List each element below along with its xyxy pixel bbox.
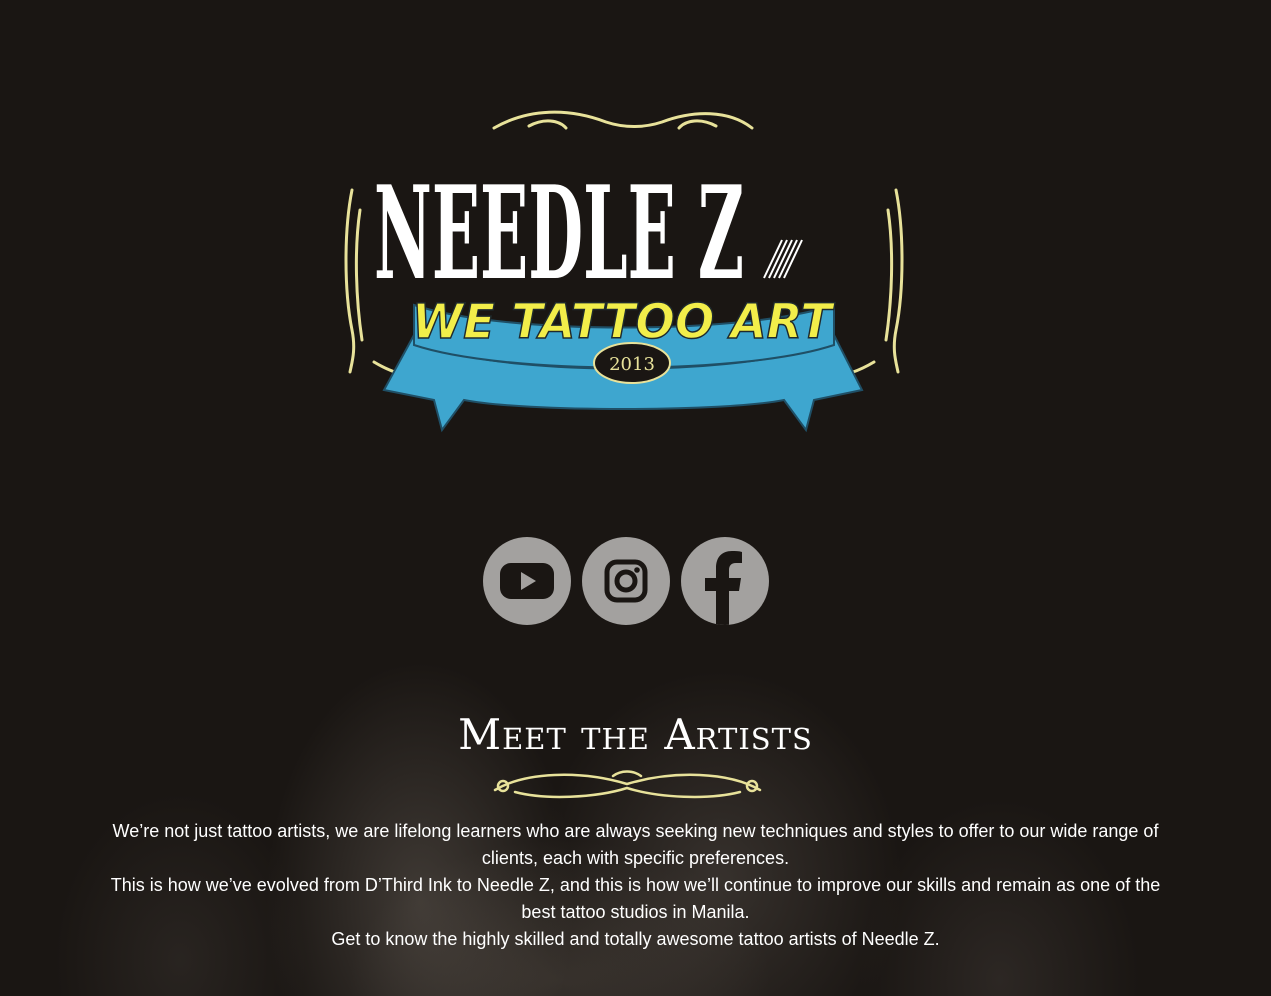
intro-paragraph-2: This is how we’ve evolved from D’Third I… [110,875,1161,922]
intro-paragraph-1: We’re not just tattoo artists, we are li… [112,821,1159,868]
meet-the-artists-heading: Meet the Artists [458,710,813,759]
facebook-icon [705,551,742,625]
social-links [483,537,773,625]
logo-tagline-text: WE TATTOO ART [412,294,835,350]
youtube-button[interactable] [483,537,571,625]
instagram-button[interactable] [582,537,670,625]
logo-year-text: 2013 [609,354,655,375]
needle-z-logo[interactable]: NEEDLE Z WE TATTOO ART 2013 [344,100,904,440]
youtube-icon [500,563,554,599]
intro-paragraph-3: Get to know the highly skilled and total… [331,929,940,949]
title-flourish-ornament [493,770,762,799]
logo-brand-text: NEEDLE Z [374,159,744,309]
artists-intro-text: We’re not just tattoo artists, we are li… [95,818,1176,953]
facebook-button[interactable] [681,537,769,625]
instagram-icon [604,559,648,603]
